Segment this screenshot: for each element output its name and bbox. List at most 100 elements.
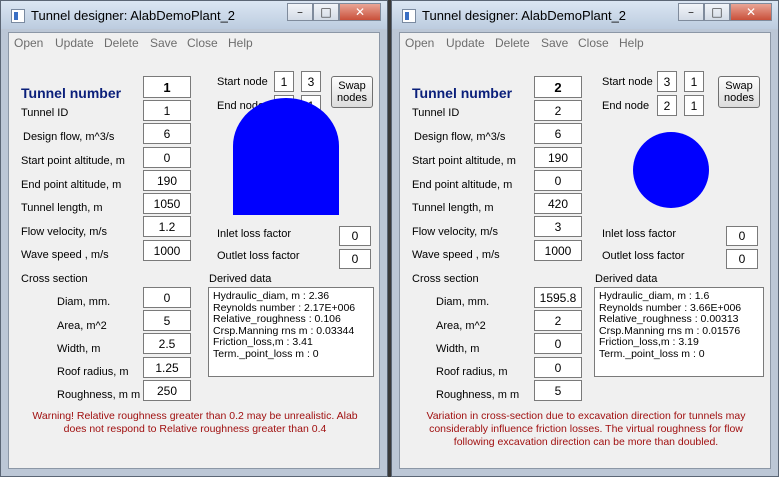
derived-line: Term._point_loss m : 0 bbox=[599, 347, 705, 360]
start-node-field-1[interactable]: 1 bbox=[274, 71, 294, 92]
derived-line: Friction_loss,m : 3.41 bbox=[213, 336, 313, 348]
area-field[interactable]: 2 bbox=[534, 310, 582, 331]
design-flow-field[interactable]: 6 bbox=[534, 123, 582, 144]
menu-delete[interactable]: Delete bbox=[104, 36, 139, 50]
menu-open[interactable]: Open bbox=[405, 36, 434, 50]
start-node-field-2[interactable]: 3 bbox=[301, 71, 321, 92]
field-label-tunnel-length: Tunnel length, m bbox=[412, 202, 494, 214]
outlet-loss-label: Outlet loss factor bbox=[602, 250, 685, 262]
inlet-loss-field[interactable]: 0 bbox=[339, 226, 371, 246]
cross-label-area: Area, m^2 bbox=[57, 320, 107, 332]
width-field[interactable]: 2.5 bbox=[143, 333, 191, 354]
tunnel-number-field[interactable]: 2 bbox=[534, 76, 582, 98]
derived-line: Relative_roughness : 0.106 bbox=[213, 313, 341, 325]
roof-radius-field[interactable]: 1.25 bbox=[143, 357, 191, 378]
area-field[interactable]: 5 bbox=[143, 310, 191, 331]
tunnel-number-field[interactable]: 1 bbox=[143, 76, 191, 98]
diameter-field[interactable]: 0 bbox=[143, 287, 191, 308]
start-node-field-2[interactable]: 1 bbox=[684, 71, 704, 92]
roughness-field[interactable]: 250 bbox=[143, 380, 191, 401]
end-altitude-field[interactable]: 0 bbox=[534, 170, 582, 191]
tunnel-number-label: Tunnel number bbox=[412, 85, 513, 101]
diameter-field[interactable]: 1595.8 bbox=[534, 287, 582, 308]
roughness-field[interactable]: 5 bbox=[534, 380, 582, 401]
menu-save[interactable]: Save bbox=[541, 36, 568, 50]
derived-line: Term._point_loss m : 0 bbox=[213, 347, 319, 360]
end-node-field-1[interactable]: 2 bbox=[657, 95, 677, 116]
field-label-flow-velocity: Flow velocity, m/s bbox=[21, 226, 107, 238]
menu-update[interactable]: Update bbox=[446, 36, 485, 50]
title-bar[interactable]: Tunnel designer: AlabDemoPlant_2 – □ ✕ bbox=[392, 1, 778, 29]
menu-open[interactable]: Open bbox=[14, 36, 43, 50]
menu-bar: Open Update Delete Save Close Help bbox=[9, 33, 379, 53]
end-node-field-2[interactable]: 1 bbox=[684, 95, 704, 116]
tunnel-designer-window-1: Tunnel designer: AlabDemoPlant_2 – □ ✕ O… bbox=[0, 0, 388, 477]
tunnel-id-field[interactable]: 1 bbox=[143, 100, 191, 121]
inlet-loss-label: Inlet loss factor bbox=[602, 228, 676, 240]
start-altitude-field[interactable]: 190 bbox=[534, 147, 582, 168]
inlet-loss-label: Inlet loss factor bbox=[217, 228, 291, 240]
derived-data-box: Hydraulic_diam, m : 1.6 Reynolds number … bbox=[594, 287, 764, 377]
inlet-loss-field[interactable]: 0 bbox=[726, 226, 758, 246]
menu-save[interactable]: Save bbox=[150, 36, 177, 50]
menu-close[interactable]: Close bbox=[187, 36, 218, 50]
warning-message: Warning! Relative roughness greater than… bbox=[15, 410, 375, 436]
maximize-button[interactable]: □ bbox=[313, 3, 339, 21]
menu-close[interactable]: Close bbox=[578, 36, 609, 50]
outlet-loss-field[interactable]: 0 bbox=[339, 249, 371, 269]
cross-label-roughness: Roughness, m m bbox=[57, 389, 141, 401]
info-line: following excavation direction can be mo… bbox=[453, 436, 719, 448]
flow-velocity-field[interactable]: 1.2 bbox=[143, 216, 191, 237]
derived-data-box: Hydraulic_diam, m : 2.36 Reynolds number… bbox=[208, 287, 374, 377]
design-flow-field[interactable]: 6 bbox=[143, 123, 191, 144]
maximize-button[interactable]: □ bbox=[704, 3, 730, 21]
cross-section-horseshoe-shape bbox=[233, 98, 339, 215]
cross-label-area: Area, m^2 bbox=[436, 320, 486, 332]
menu-help[interactable]: Help bbox=[228, 36, 253, 50]
roof-radius-field[interactable]: 0 bbox=[534, 357, 582, 378]
field-label-design-flow: Design flow, m^3/s bbox=[23, 131, 115, 143]
app-icon bbox=[11, 9, 25, 23]
cross-label-roof-radius: Roof radius, m bbox=[436, 366, 508, 378]
field-label-end-altitude: End point altitude, m bbox=[412, 179, 513, 191]
window-title: Tunnel designer: AlabDemoPlant_2 bbox=[31, 8, 236, 23]
flow-velocity-field[interactable]: 3 bbox=[534, 216, 582, 237]
info-line: considerably influence friction losses. … bbox=[429, 423, 743, 435]
tunnel-length-field[interactable]: 1050 bbox=[143, 193, 191, 214]
field-label-tunnel-id: Tunnel ID bbox=[21, 107, 69, 119]
cross-label-roughness: Roughness, m m bbox=[436, 389, 520, 401]
wave-speed-field[interactable]: 1000 bbox=[534, 240, 582, 261]
warning-line: does not respond to Relative roughness g… bbox=[63, 423, 327, 435]
title-bar[interactable]: Tunnel designer: AlabDemoPlant_2 – □ ✕ bbox=[1, 1, 387, 29]
width-field[interactable]: 0 bbox=[534, 333, 582, 354]
app-icon bbox=[402, 9, 416, 23]
menu-delete[interactable]: Delete bbox=[495, 36, 530, 50]
minimize-button[interactable]: – bbox=[678, 3, 704, 21]
cross-label-diam: Diam, mm. bbox=[436, 296, 490, 308]
menu-update[interactable]: Update bbox=[55, 36, 94, 50]
start-altitude-field[interactable]: 0 bbox=[143, 147, 191, 168]
swap-nodes-button[interactable]: Swap nodes bbox=[718, 76, 760, 108]
outlet-loss-field[interactable]: 0 bbox=[726, 249, 758, 269]
start-node-field-1[interactable]: 3 bbox=[657, 71, 677, 92]
outlet-loss-label: Outlet loss factor bbox=[217, 250, 300, 262]
field-label-design-flow: Design flow, m^3/s bbox=[414, 131, 506, 143]
tunnel-id-field[interactable]: 2 bbox=[534, 100, 582, 121]
cross-section-circle-shape bbox=[633, 132, 709, 208]
close-window-button[interactable]: ✕ bbox=[730, 3, 772, 21]
minimize-button[interactable]: – bbox=[287, 3, 313, 21]
derived-data-label: Derived data bbox=[595, 273, 658, 285]
close-window-button[interactable]: ✕ bbox=[339, 3, 381, 21]
tunnel-length-field[interactable]: 420 bbox=[534, 193, 582, 214]
info-message: Variation in cross-section due to excava… bbox=[406, 410, 766, 449]
wave-speed-field[interactable]: 1000 bbox=[143, 240, 191, 261]
field-label-flow-velocity: Flow velocity, m/s bbox=[412, 226, 498, 238]
tunnel-number-label: Tunnel number bbox=[21, 85, 122, 101]
derived-line: Hydraulic_diam, m : 2.36 bbox=[213, 290, 330, 302]
derived-line: Friction_loss,m : 3.19 bbox=[599, 336, 699, 348]
end-altitude-field[interactable]: 190 bbox=[143, 170, 191, 191]
derived-data-label: Derived data bbox=[209, 273, 272, 285]
field-label-tunnel-id: Tunnel ID bbox=[412, 107, 460, 119]
menu-help[interactable]: Help bbox=[619, 36, 644, 50]
start-node-label: Start node bbox=[602, 76, 653, 88]
